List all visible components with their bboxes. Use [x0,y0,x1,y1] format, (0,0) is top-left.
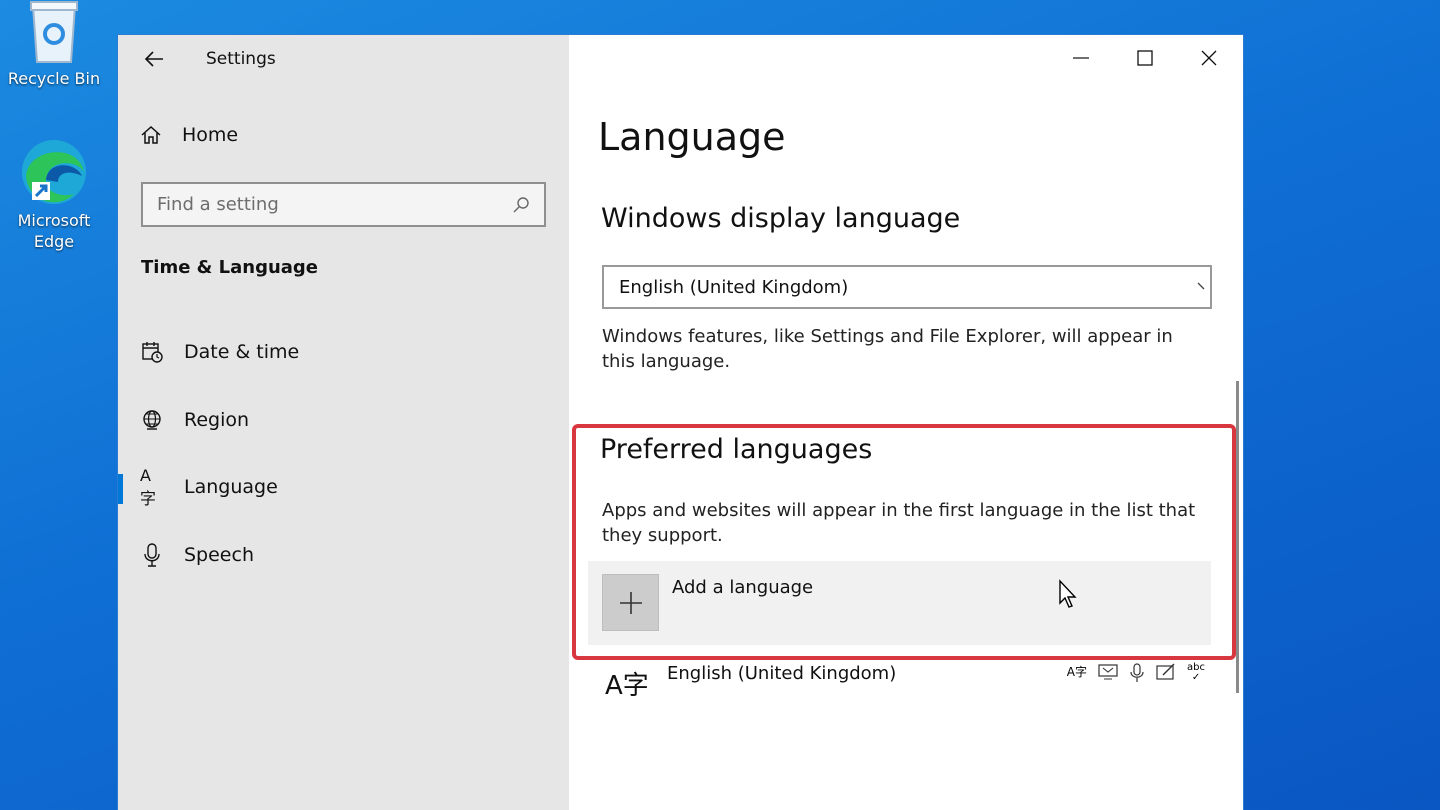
search-input[interactable] [157,194,512,215]
preferred-languages-heading: Preferred languages [600,434,873,465]
recycle-bin-icon [30,1,78,63]
language-icon: A字 [140,465,157,508]
spellcheck-feature-icon: abc ✓ [1187,662,1205,683]
microphone-icon [140,543,164,567]
sidebar-item-label: Date & time [184,341,300,363]
language-features: A字 abc ✓ [1067,663,1205,683]
desktop-icon-label: Microsoft Edge [17,211,91,251]
main-content: Language Windows display language Englis… [569,35,1243,810]
sidebar-item-label: Language [184,476,278,498]
globe-icon [140,408,164,432]
chevron-down-icon [1197,282,1205,290]
calendar-clock-icon [140,340,164,364]
sidebar-item-label: Region [184,409,250,431]
window-title: Settings [206,49,276,69]
sidebar: Settings Home Time & Language [118,35,569,810]
speech-feature-icon [1130,663,1144,682]
plus-icon [602,574,659,631]
dropdown-value: English (United Kingdom) [619,276,849,298]
desktop-icon-recycle-bin[interactable]: Recycle Bin [4,0,104,89]
display-language-heading: Windows display language [601,203,961,234]
language-glyph: A字 [605,671,649,701]
display-language-dropdown[interactable]: English (United Kingdom) [602,265,1212,309]
preferred-languages-description: Apps and websites will appear in the fir… [602,500,1196,546]
display-language-description: Windows features, like Settings and File… [602,326,1173,372]
back-button[interactable] [140,47,168,71]
minimize-icon [1073,57,1089,59]
language-name: English (United Kingdom) [667,663,897,684]
close-button[interactable] [1177,35,1241,81]
section-title: Time & Language [141,257,319,278]
page-title: Language [598,115,786,159]
add-language-label: Add a language [672,577,814,598]
text-to-speech-feature-icon [1098,664,1118,680]
sidebar-item-date-time[interactable]: Date & time [118,329,569,375]
search-icon[interactable] [512,196,530,214]
back-arrow-icon [144,51,163,67]
minimize-button[interactable] [1049,35,1113,81]
display-language-feature-icon: A字 [1066,665,1088,679]
desktop-icon-edge[interactable]: Microsoft Edge [4,136,104,252]
language-list-item[interactable]: A字 English (United Kingdom) A字 abc ✓ [605,663,1215,723]
home-link[interactable]: Home [140,124,238,146]
desktop-icon-label: Recycle Bin [7,69,101,88]
home-label: Home [182,124,239,146]
sidebar-item-speech[interactable]: Speech [118,532,569,578]
mouse-cursor-icon [1059,579,1077,608]
add-language-button[interactable]: Add a language [588,561,1211,645]
edge-icon [22,140,86,204]
close-icon [1201,50,1217,66]
handwriting-feature-icon [1156,663,1175,680]
maximize-icon [1137,50,1153,66]
search-box[interactable] [141,182,546,227]
settings-window: Settings Home Time & Language [117,34,1244,810]
sidebar-item-label: Speech [184,544,254,566]
maximize-button[interactable] [1113,35,1177,81]
scrollbar[interactable] [1236,381,1239,693]
sidebar-item-region[interactable]: Region [118,397,569,443]
sidebar-item-language[interactable]: A字 Language [118,464,569,510]
home-icon [141,125,161,144]
